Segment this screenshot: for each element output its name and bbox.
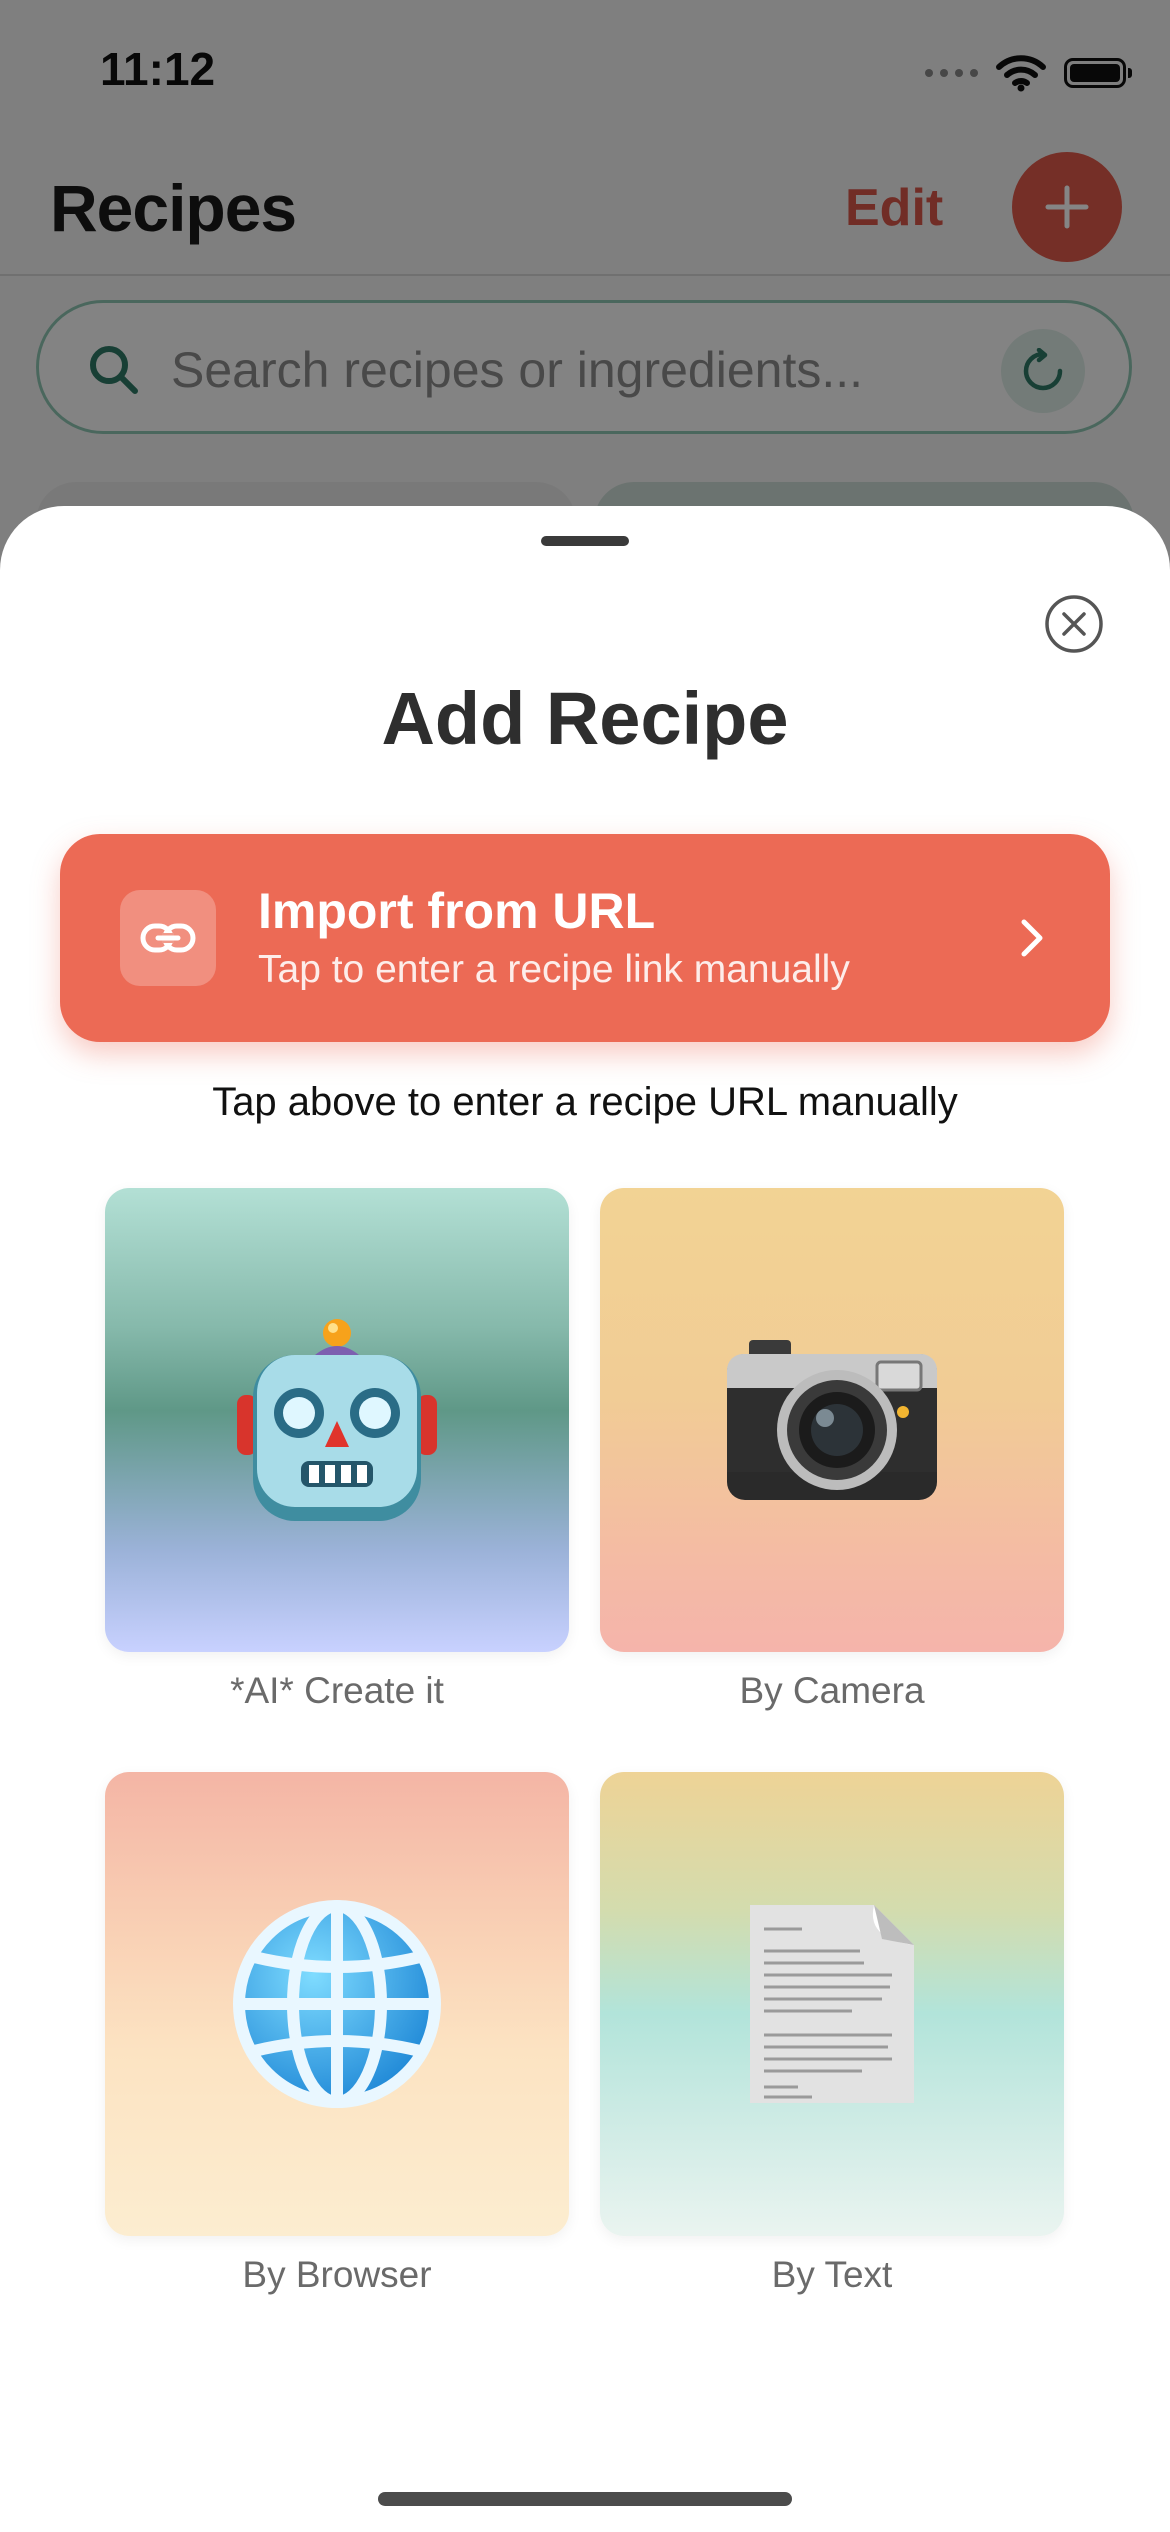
sheet-grabber[interactable] <box>541 536 629 546</box>
import-url-title: Import from URL <box>258 883 656 939</box>
link-icon <box>140 923 196 953</box>
ai-create-button[interactable] <box>105 1188 569 1652</box>
import-from-url-button[interactable]: Import from URL Tap to enter a recipe li… <box>60 834 1110 1042</box>
by-browser-button[interactable] <box>105 1772 569 2236</box>
by-browser-label: By Browser <box>242 2254 432 2295</box>
import-url-subtitle: Tap to enter a recipe link manually <box>258 948 850 991</box>
screen: 11:12 Recipes Edit Search recipes or ing… <box>0 0 1170 2532</box>
helper-text: Tap above to enter a recipe URL manually <box>212 1080 958 1124</box>
by-text-label: By Text <box>771 2254 893 2295</box>
camera-icon <box>727 1340 937 1500</box>
globe-icon <box>233 1900 441 2108</box>
by-text-button[interactable] <box>600 1772 1064 2236</box>
home-indicator[interactable] <box>378 2492 792 2506</box>
link-icon-box <box>120 890 216 986</box>
sheet-title: Add Recipe <box>381 677 789 760</box>
add-recipe-sheet: Add Recipe Import from URL Tap to enter … <box>0 506 1170 2532</box>
ai-create-label: *AI* Create it <box>230 1670 444 1711</box>
by-camera-label: By Camera <box>739 1670 925 1711</box>
chevron-right-icon <box>1021 919 1043 957</box>
close-icon[interactable] <box>1044 594 1104 654</box>
by-camera-button[interactable] <box>600 1188 1064 1652</box>
document-icon <box>750 1905 914 2103</box>
robot-icon <box>237 1319 437 1521</box>
